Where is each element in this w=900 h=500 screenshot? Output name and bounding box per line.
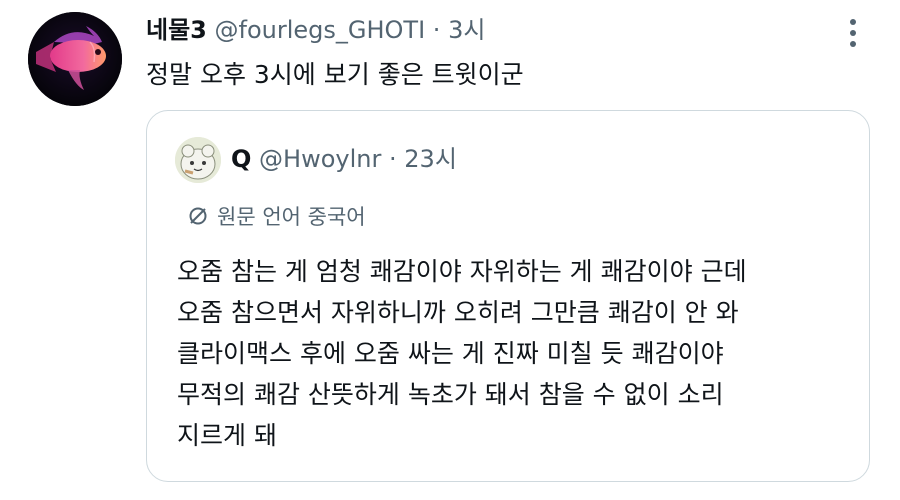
character-image — [175, 137, 221, 183]
fish-image — [28, 12, 122, 106]
more-vertical-icon[interactable] — [838, 16, 868, 50]
tweet-timestamp[interactable]: 3시 — [448, 16, 485, 44]
translate-icon — [189, 207, 207, 225]
quote-display-name[interactable]: Q — [231, 145, 251, 173]
pink-fish-avatar[interactable] — [28, 12, 122, 106]
quote-text-line: 클라이맥스 후에 오줌 싸는 게 진짜 미칠 듯 쾌감이야 — [177, 339, 724, 368]
quote-text: 오줌 참는 게 엄청 쾌감이야 자위하는 게 쾌감이야 근데 오줌 참으면서 자… — [177, 251, 857, 456]
quote-text-line: 오줌 참으면서 자위하니까 오히려 그만큼 쾌감이 안 와 — [177, 298, 739, 327]
quote-timestamp[interactable]: 23시 — [404, 145, 457, 173]
user-handle[interactable]: @fourlegs_GHOTI — [215, 16, 426, 44]
quote-user-handle[interactable]: @Hwoylnr — [259, 145, 381, 173]
translation-notice[interactable]: 원문 언어 중국어 — [187, 203, 366, 231]
tweet-text: 정말 오후 3시에 보기 좋은 트윗이군 — [146, 60, 524, 89]
quote-header: Q @Hwoylnr · 23시 — [231, 143, 457, 175]
quote-tweet-card[interactable]: Q @Hwoylnr · 23시 원문 언어 중국어 오줌 참는 게 엄청 쾌감… — [146, 110, 870, 482]
translation-label: 원문 언어 중국어 — [217, 205, 366, 229]
cartoon-character-avatar[interactable] — [175, 137, 221, 183]
separator-dot: · — [432, 16, 441, 44]
quote-text-line: 무적의 쾌감 산뜻하게 녹초가 돼서 참을 수 없이 소리 — [177, 380, 724, 409]
quote-text-line: 지르게 돼 — [177, 421, 277, 450]
display-name[interactable]: 네물3 — [146, 16, 207, 44]
quote-separator-dot: · — [389, 145, 397, 173]
quote-text-line: 오줌 참는 게 엄청 쾌감이야 자위하는 게 쾌감이야 근데 — [177, 257, 747, 286]
tweet-header: 네물3 @fourlegs_GHOTI · 3시 — [146, 14, 485, 46]
